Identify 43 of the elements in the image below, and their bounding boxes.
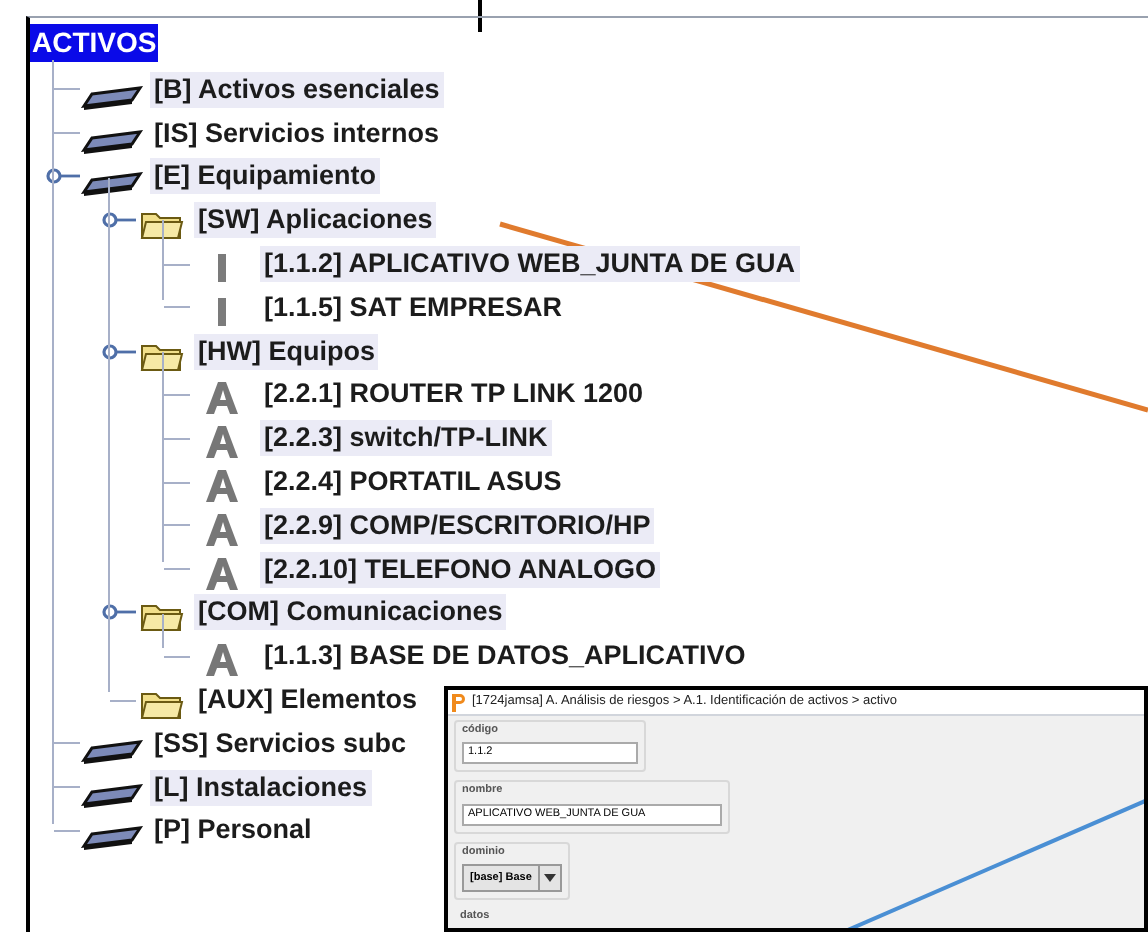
layer-icon: [80, 81, 144, 110]
a-frame-icon: [206, 555, 238, 590]
expander-icon[interactable]: [100, 210, 136, 231]
layer-icon: [80, 822, 144, 851]
tree-node-label[interactable]: [L] Instalaciones: [150, 769, 372, 806]
tree-node-label[interactable]: [B] Activos esenciales: [150, 71, 444, 108]
folder-icon: [140, 208, 184, 241]
tree-node-label[interactable]: [E] Equipamiento: [150, 158, 380, 195]
expander-icon[interactable]: [100, 341, 136, 362]
folder-icon: [140, 687, 184, 720]
tree-node-label[interactable]: [2.2.9] COMP/ESCRITORIO/HP: [260, 507, 655, 544]
folder-icon: [140, 600, 184, 633]
a-frame-icon: [206, 424, 238, 459]
bar-icon: [216, 295, 228, 328]
tree-node-label[interactable]: [2.2.10] TELEFONO ANALOGO: [260, 551, 661, 588]
layer-icon: [80, 779, 144, 808]
tree-node-label[interactable]: [2.2.3] switch/TP-LINK: [260, 420, 552, 457]
expander-icon[interactable]: [100, 602, 136, 623]
tree-node-label[interactable]: [1.1.5] SAT EMPRESAR: [260, 289, 567, 326]
tree-node-label[interactable]: [P] Personal: [150, 812, 316, 849]
app-logo-icon: [452, 693, 466, 711]
layer-icon: [80, 125, 144, 154]
folder-icon: [140, 339, 184, 372]
tree-node-label[interactable]: [1.1.3] BASE DE DATOS_APLICATIVO: [260, 638, 750, 675]
tree-root-label[interactable]: ACTIVOS: [30, 24, 159, 62]
tree-node-label[interactable]: [2.2.1] ROUTER TP LINK 1200: [260, 376, 648, 413]
layer-icon: [80, 735, 144, 764]
tree-node-label[interactable]: [HW] Equipos: [194, 333, 379, 370]
bar-icon: [216, 251, 228, 284]
caret-icon: [543, 873, 556, 882]
a-frame-icon: [206, 380, 238, 415]
tree-node-label[interactable]: [AUX] Elementos: [194, 682, 422, 719]
tree-node-label[interactable]: [COM] Comunicaciones: [194, 594, 507, 631]
tree-node-label[interactable]: [IS] Servicios internos: [150, 115, 444, 152]
tree-node-label[interactable]: [SS] Servicios subc: [150, 725, 411, 762]
layer-icon: [80, 168, 144, 197]
a-frame-icon: [206, 467, 238, 502]
a-frame-icon: [206, 511, 238, 546]
tree-node-label[interactable]: [1.1.2] APLICATIVO WEB_JUNTA DE GUA: [260, 246, 800, 283]
expander-icon[interactable]: [44, 166, 80, 187]
tree-node-label[interactable]: [2.2.4] PORTATIL ASUS: [260, 464, 566, 501]
a-frame-icon: [206, 642, 238, 677]
tree-node-label[interactable]: [SW] Aplicaciones: [194, 202, 437, 239]
